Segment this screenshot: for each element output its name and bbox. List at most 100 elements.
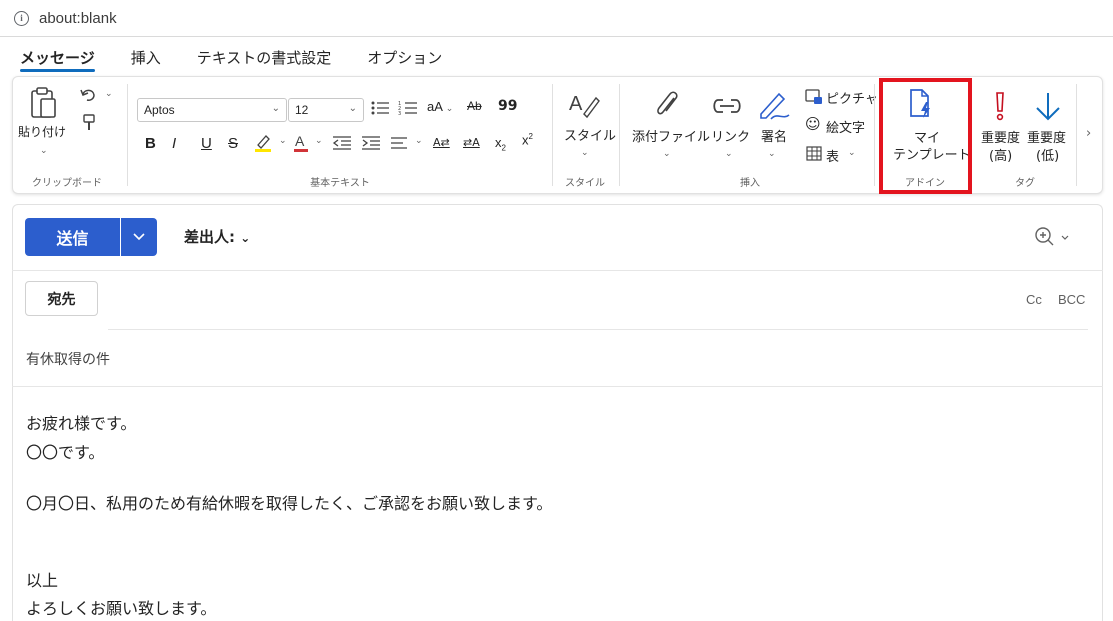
svg-text:3: 3 [398,111,401,116]
chevron-down-icon[interactable]: ⌄ [315,136,323,146]
subject-field[interactable]: 有休取得の件 [26,349,110,369]
importance-low-line1[interactable]: 重要度 [1027,130,1066,147]
highlight-icon[interactable] [254,133,272,153]
picture-icon[interactable] [805,89,823,105]
tab-insert[interactable]: 挿入 [131,38,161,76]
chevron-down-icon: ⌄ [271,103,280,114]
paste-button[interactable]: 貼り付け [18,124,66,141]
group-label-tags: タグ [1015,178,1035,189]
italic-button[interactable]: I [172,135,176,152]
separator [108,329,1088,330]
group-label-insert: 挿入 [740,178,760,189]
increase-indent-icon[interactable] [361,135,381,151]
svg-text:A: A [295,133,305,149]
body-line[interactable]: 〇〇です。 [26,439,104,463]
link-button[interactable]: リンク [711,129,750,146]
underline-button[interactable]: U [201,135,212,152]
body-line[interactable]: 以上 [26,567,58,591]
body-line[interactable]: 〇月〇日、私用のため有給休暇を取得したく、ご承認をお願い致します。 [26,490,552,514]
zoom-icon[interactable] [1034,226,1074,248]
chevron-down-icon[interactable]: ⌄ [663,149,671,159]
font-color-icon[interactable]: A [293,133,309,153]
divider [127,84,128,186]
style-icon[interactable]: A [568,90,602,120]
signature-button[interactable]: 署名 [761,129,787,146]
cc-button[interactable]: Cc [1026,292,1042,307]
importance-high-line1[interactable]: 重要度 [981,130,1020,147]
tab-format-text[interactable]: テキストの書式設定 [197,38,332,76]
paste-icon[interactable] [29,86,59,120]
info-icon[interactable]: i [14,10,29,26]
divider [1076,84,1077,186]
importance-high-line2[interactable]: (高) [989,148,1012,165]
bullet-list-icon[interactable] [370,100,390,116]
spelling-icon[interactable]: Ab [467,99,482,113]
undo-dropdown-icon[interactable]: ⌄ [105,89,113,99]
strikethrough-button[interactable]: S [228,135,238,152]
divider [552,84,553,186]
bold-button[interactable]: B [145,135,156,152]
tab-message[interactable]: メッセージ [20,38,95,76]
emoji-icon[interactable]: ☺ [805,115,821,133]
separator [12,270,1103,271]
send-button[interactable]: 送信 [25,218,120,256]
emoji-button[interactable]: 絵文字 [826,117,865,136]
to-button[interactable]: 宛先 [25,281,98,316]
picture-button[interactable]: ピクチャ [826,88,878,107]
table-icon[interactable] [806,146,822,161]
chevron-down-icon[interactable]: ⌄ [581,148,589,158]
separator [12,386,1103,387]
font-size-value: 12 [295,103,309,117]
ltr-icon[interactable]: A⇄ [433,136,450,149]
link-icon[interactable] [710,96,744,116]
attach-icon[interactable] [654,90,682,122]
format-painter-icon[interactable] [82,114,96,132]
group-label-style: スタイル [565,178,605,189]
importance-high-icon[interactable] [993,91,1007,123]
quote-icon[interactable]: 99 [498,98,517,114]
importance-low-icon[interactable] [1033,91,1063,123]
chevron-down-icon [133,233,145,241]
highlight-box [879,78,972,194]
subscript-icon[interactable]: x2 [495,135,506,153]
decrease-indent-icon[interactable] [332,135,352,151]
from-selector[interactable]: 差出人: ⌄ [184,226,250,247]
svg-text:A: A [569,93,583,115]
chevron-down-icon: ⌄ [240,231,251,245]
compose-pane [12,204,1103,621]
ribbon-scroll-right-icon[interactable]: › [1086,126,1091,141]
chevron-down-icon[interactable]: ⌄ [725,149,733,159]
paste-dropdown-icon[interactable]: ⌄ [40,146,48,156]
body-line[interactable]: お疲れ様です。 [26,410,136,434]
chevron-down-icon[interactable]: ⌄ [768,149,776,159]
address-bar[interactable]: i about:blank [0,0,1113,37]
style-button[interactable]: スタイル [564,128,616,145]
font-family-select[interactable]: Aptos ⌄ [137,98,287,122]
chevron-down-icon[interactable]: ⌄ [279,136,287,146]
signature-icon[interactable] [757,88,791,122]
rtl-icon[interactable]: ⇄A [463,136,480,149]
group-label-clipboard: クリップボード [32,178,102,189]
tab-options[interactable]: オプション [367,38,442,76]
chevron-down-icon: ⌄ [348,103,357,114]
chevron-down-icon[interactable]: ⌄ [848,148,856,158]
send-options-button[interactable] [121,218,157,256]
align-icon[interactable] [390,135,408,151]
body-line[interactable]: よろしくお願い致します。 [26,595,216,619]
font-size-select[interactable]: 12 ⌄ [288,98,364,122]
divider [874,84,875,186]
change-case-icon[interactable]: aA ⌄ [427,99,453,114]
address-url[interactable]: about:blank [39,10,117,27]
table-button[interactable]: 表 [826,146,839,165]
group-label-basic-text: 基本テキスト [310,178,370,189]
undo-icon[interactable] [80,87,98,103]
importance-low-line2[interactable]: (低) [1036,148,1059,165]
attach-file-button[interactable]: 添付ファイル [632,129,710,146]
ribbon-tabs: メッセージ 挿入 テキストの書式設定 オプション [0,38,1113,76]
bcc-button[interactable]: BCC [1058,292,1085,307]
superscript-icon[interactable]: x2 [522,132,533,147]
numbered-list-icon[interactable]: 1 2 3 [398,100,418,116]
from-label: 差出人: [184,228,235,246]
chevron-down-icon[interactable]: ⌄ [415,136,423,146]
divider [619,84,620,186]
